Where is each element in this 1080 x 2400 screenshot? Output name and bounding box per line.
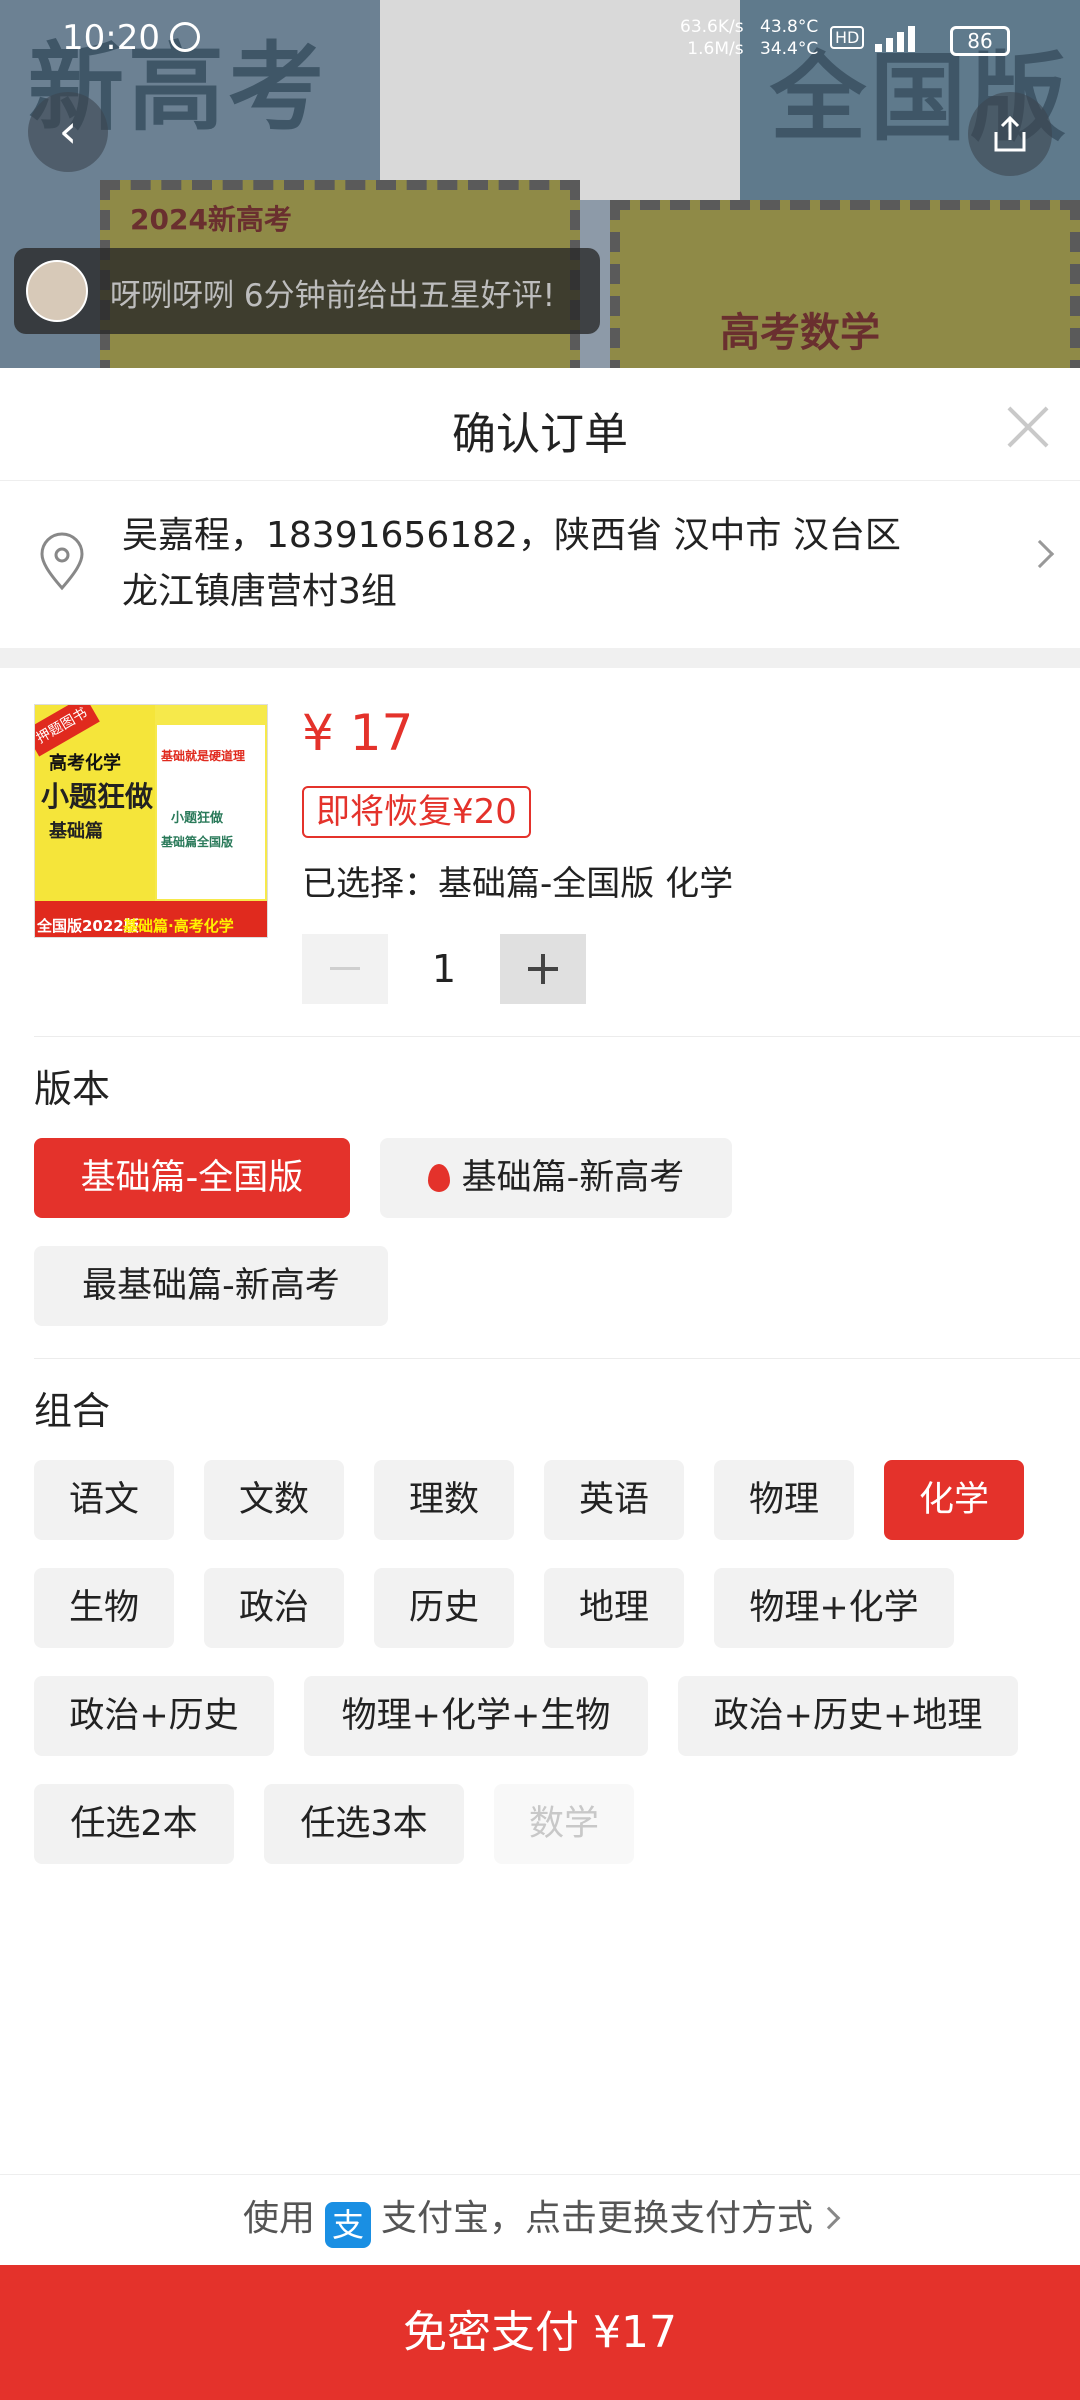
version-option-0[interactable]: 基础篇-全国版 [34, 1138, 350, 1218]
close-icon[interactable] [1005, 404, 1051, 450]
back-button[interactable]: ‹ [28, 92, 108, 172]
selected-label: 已选择： [302, 864, 438, 904]
divider [0, 648, 1080, 668]
sheet-title: 确认订单 [452, 409, 628, 460]
combo-option[interactable]: 政治+历史+地理 [678, 1676, 1018, 1756]
sheet-header: 确认订单 [0, 368, 1080, 481]
network-speed: 63.6K/s 1.6M/s [680, 17, 744, 59]
combo-option[interactable]: 政治+历史 [34, 1676, 274, 1756]
status-time: 10:20 [62, 18, 160, 58]
combo-option[interactable]: 文数 [204, 1460, 344, 1540]
alipay-icon: 支 [325, 2202, 371, 2248]
alarm-icon [170, 22, 200, 52]
combo-option[interactable]: 物理+化学+生物 [304, 1676, 648, 1756]
chevron-right-icon [817, 2206, 841, 2230]
share-icon [994, 115, 1026, 152]
combo-option[interactable]: 任选2本 [34, 1784, 234, 1864]
confirm-order-sheet: 确认订单 吴嘉程，18391656182，陕西省 汉中市 汉台区 龙江镇唐营村3… [0, 368, 1080, 2400]
product-image: 押题图书 高考化学 小题狂做 基础篇 基础就是硬道理 小题狂做 基础篇全国版 全… [34, 704, 268, 938]
combo-option[interactable]: 任选3本 [264, 1784, 464, 1864]
combo-option[interactable]: 生物 [34, 1568, 174, 1648]
status-bar: 10:20 63.6K/s 1.6M/s 43.8°C 34.4°C HD 86 [0, 0, 1080, 80]
combo-option-disabled: 数学 [494, 1784, 634, 1864]
temperature: 43.8°C 34.4°C [760, 17, 819, 59]
combo-title: 组合 [34, 1389, 111, 1433]
price-restore-tag: 即将恢复¥20 [302, 786, 531, 838]
product-price: ¥ 17 [302, 704, 414, 762]
combo-option-selected[interactable]: 化学 [884, 1460, 1024, 1540]
battery-icon: 86 [950, 26, 1010, 56]
combo-option[interactable]: 理数 [374, 1460, 514, 1540]
share-button[interactable] [968, 92, 1052, 176]
combo-option[interactable]: 语文 [34, 1460, 174, 1540]
combo-option[interactable]: 物理+化学 [714, 1568, 954, 1648]
selected-summary: 已选择：基础篇-全国版 化学 [302, 856, 733, 905]
toast-text: 呀咧呀咧 6分钟前给出五星好评! [110, 278, 556, 314]
chevron-right-icon [1025, 539, 1055, 569]
address-text: 吴嘉程，18391656182，陕西省 汉中市 汉台区 龙江镇唐营村3组 [122, 508, 1002, 620]
combo-option[interactable]: 地理 [544, 1568, 684, 1648]
address-row[interactable]: 吴嘉程，18391656182，陕西省 汉中市 汉台区 龙江镇唐营村3组 [0, 482, 1080, 648]
combo-option[interactable]: 政治 [204, 1568, 344, 1648]
version-option-2[interactable]: 最基础篇-新高考 [34, 1246, 388, 1326]
hd-icon: HD [830, 26, 865, 49]
fire-icon [427, 1164, 450, 1192]
quantity-increase-button[interactable] [500, 934, 586, 1004]
payment-method-selector[interactable]: 使用支支付宝，点击更换支付方式 [0, 2174, 1080, 2264]
quantity-value: 1 [431, 947, 457, 991]
divider [34, 1036, 1080, 1037]
address-line-1: 吴嘉程，18391656182，陕西省 汉中市 汉台区 [122, 515, 901, 556]
product-page-background: 新高考 全国版 2024新高考 高考数学 10:20 63.6K/s 1.6M/… [0, 0, 1080, 372]
avatar [26, 260, 88, 322]
selected-value: 基础篇-全国版 化学 [438, 864, 734, 904]
combo-option[interactable]: 历史 [374, 1568, 514, 1648]
combo-option[interactable]: 物理 [714, 1460, 854, 1540]
version-title: 版本 [34, 1067, 111, 1111]
divider [34, 1358, 1080, 1359]
address-line-2: 龙江镇唐营村3组 [122, 571, 397, 612]
version-option-1[interactable]: 基础篇-新高考 [380, 1138, 732, 1218]
quantity-decrease-button[interactable] [302, 934, 388, 1004]
signal-icon [875, 22, 925, 52]
location-icon [40, 532, 84, 591]
bg-book-2: 高考数学 [610, 200, 1080, 372]
combo-option[interactable]: 英语 [544, 1460, 684, 1540]
review-toast: 呀咧呀咧 6分钟前给出五星好评! [14, 248, 600, 334]
pay-button[interactable]: 免密支付 ¥17 [0, 2265, 1080, 2400]
